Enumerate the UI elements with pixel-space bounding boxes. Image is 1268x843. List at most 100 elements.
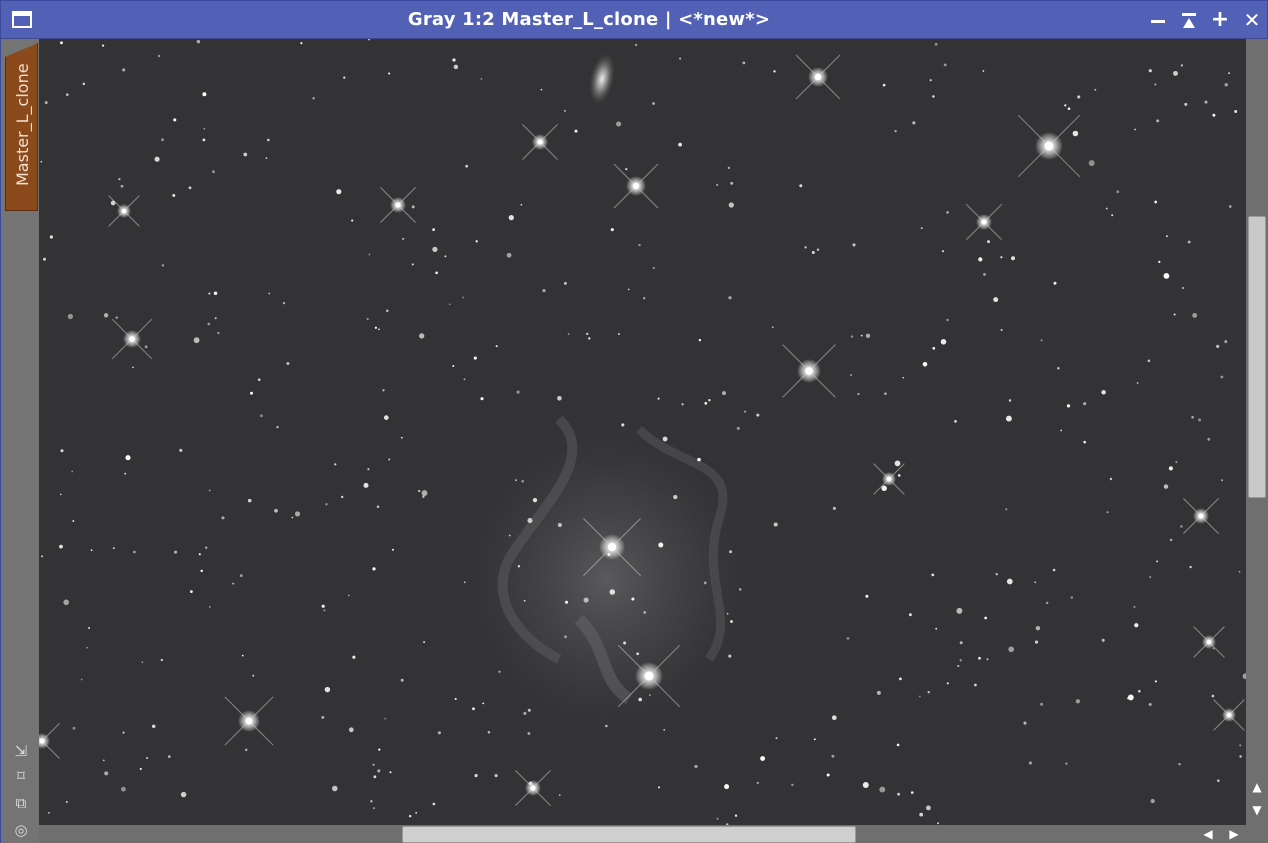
star xyxy=(673,495,678,500)
star xyxy=(59,544,63,549)
star xyxy=(400,436,403,439)
star xyxy=(286,362,290,365)
star xyxy=(363,482,369,488)
star xyxy=(172,193,176,197)
star xyxy=(1173,313,1176,316)
star xyxy=(392,548,394,551)
star xyxy=(920,227,923,230)
star xyxy=(986,658,989,661)
star xyxy=(1224,83,1228,87)
star xyxy=(370,800,373,803)
star xyxy=(756,413,760,417)
view-identifier-tab[interactable]: Master_L_clone xyxy=(5,43,38,211)
star xyxy=(454,697,457,701)
clone-view-icon[interactable]: ⧉ xyxy=(12,794,30,812)
star xyxy=(72,726,76,730)
title-bar[interactable]: Gray 1:2 Master_L_clone | <*new*> + ✕ xyxy=(1,1,1267,39)
star xyxy=(722,391,726,396)
star xyxy=(564,635,567,639)
star xyxy=(260,414,263,418)
star xyxy=(212,170,215,174)
star xyxy=(204,546,208,549)
scroll-down-button[interactable]: ▼ xyxy=(1250,803,1264,817)
star xyxy=(383,415,389,420)
star xyxy=(760,756,766,761)
star xyxy=(352,655,356,659)
star xyxy=(347,594,350,597)
star xyxy=(102,759,105,762)
star xyxy=(658,786,660,789)
star xyxy=(850,374,852,376)
scroll-up-button[interactable]: ▲ xyxy=(1250,780,1264,794)
star xyxy=(520,203,523,206)
minimize-button[interactable] xyxy=(1146,8,1170,32)
bright-star xyxy=(607,542,617,552)
close-button[interactable]: ✕ xyxy=(1240,8,1264,32)
star xyxy=(200,569,203,573)
star xyxy=(402,237,405,240)
star xyxy=(663,728,666,731)
star xyxy=(957,664,960,668)
star xyxy=(1040,339,1043,342)
star xyxy=(452,58,456,62)
star xyxy=(897,474,901,477)
bright-star xyxy=(814,73,822,81)
star xyxy=(473,356,477,360)
bright-star xyxy=(805,367,813,375)
star xyxy=(49,235,53,239)
star xyxy=(558,794,561,796)
star xyxy=(657,397,660,400)
star xyxy=(276,425,279,429)
star xyxy=(498,670,501,673)
star xyxy=(940,339,947,345)
star xyxy=(90,549,93,552)
star xyxy=(865,333,871,339)
star xyxy=(1173,70,1178,76)
star xyxy=(610,228,614,232)
star xyxy=(71,470,74,473)
bright-star xyxy=(129,336,135,342)
star xyxy=(190,590,193,593)
star xyxy=(1133,605,1136,608)
star xyxy=(946,318,949,322)
fit-to-window-icon[interactable]: ⇲ xyxy=(12,742,30,760)
star xyxy=(908,613,912,617)
star xyxy=(423,641,426,644)
star xyxy=(44,101,48,105)
star xyxy=(1034,581,1037,584)
star xyxy=(1192,312,1198,318)
star xyxy=(703,581,707,585)
preview-target-icon[interactable]: ◎ xyxy=(12,821,30,839)
star xyxy=(586,332,589,336)
scroll-right-button[interactable]: ▶ xyxy=(1227,827,1241,841)
star xyxy=(1138,689,1141,693)
star xyxy=(959,641,963,645)
star xyxy=(324,686,331,693)
zoom-extents-icon[interactable]: ⌑ xyxy=(12,767,30,785)
star xyxy=(1040,702,1044,706)
shade-button[interactable] xyxy=(1177,8,1201,32)
star xyxy=(179,448,183,453)
vertical-scroll-thumb[interactable] xyxy=(1248,216,1266,498)
bright-star xyxy=(530,785,536,791)
star xyxy=(1075,699,1081,704)
scroll-left-button[interactable]: ◀ xyxy=(1201,827,1215,841)
maximize-button[interactable]: + xyxy=(1208,8,1232,32)
star xyxy=(694,764,698,769)
image-canvas[interactable] xyxy=(39,39,1246,825)
star xyxy=(1053,281,1057,285)
view-identifier-label: Master_L_clone xyxy=(13,63,32,187)
star xyxy=(463,378,466,381)
star xyxy=(850,335,854,338)
horizontal-scroll-thumb[interactable] xyxy=(402,826,856,843)
star xyxy=(1101,638,1105,642)
star xyxy=(157,54,161,58)
star xyxy=(376,505,380,508)
star xyxy=(983,273,986,276)
star xyxy=(724,784,730,790)
star xyxy=(188,186,192,190)
star xyxy=(1150,798,1155,804)
star xyxy=(516,390,520,394)
star xyxy=(726,612,729,615)
star xyxy=(946,682,949,685)
